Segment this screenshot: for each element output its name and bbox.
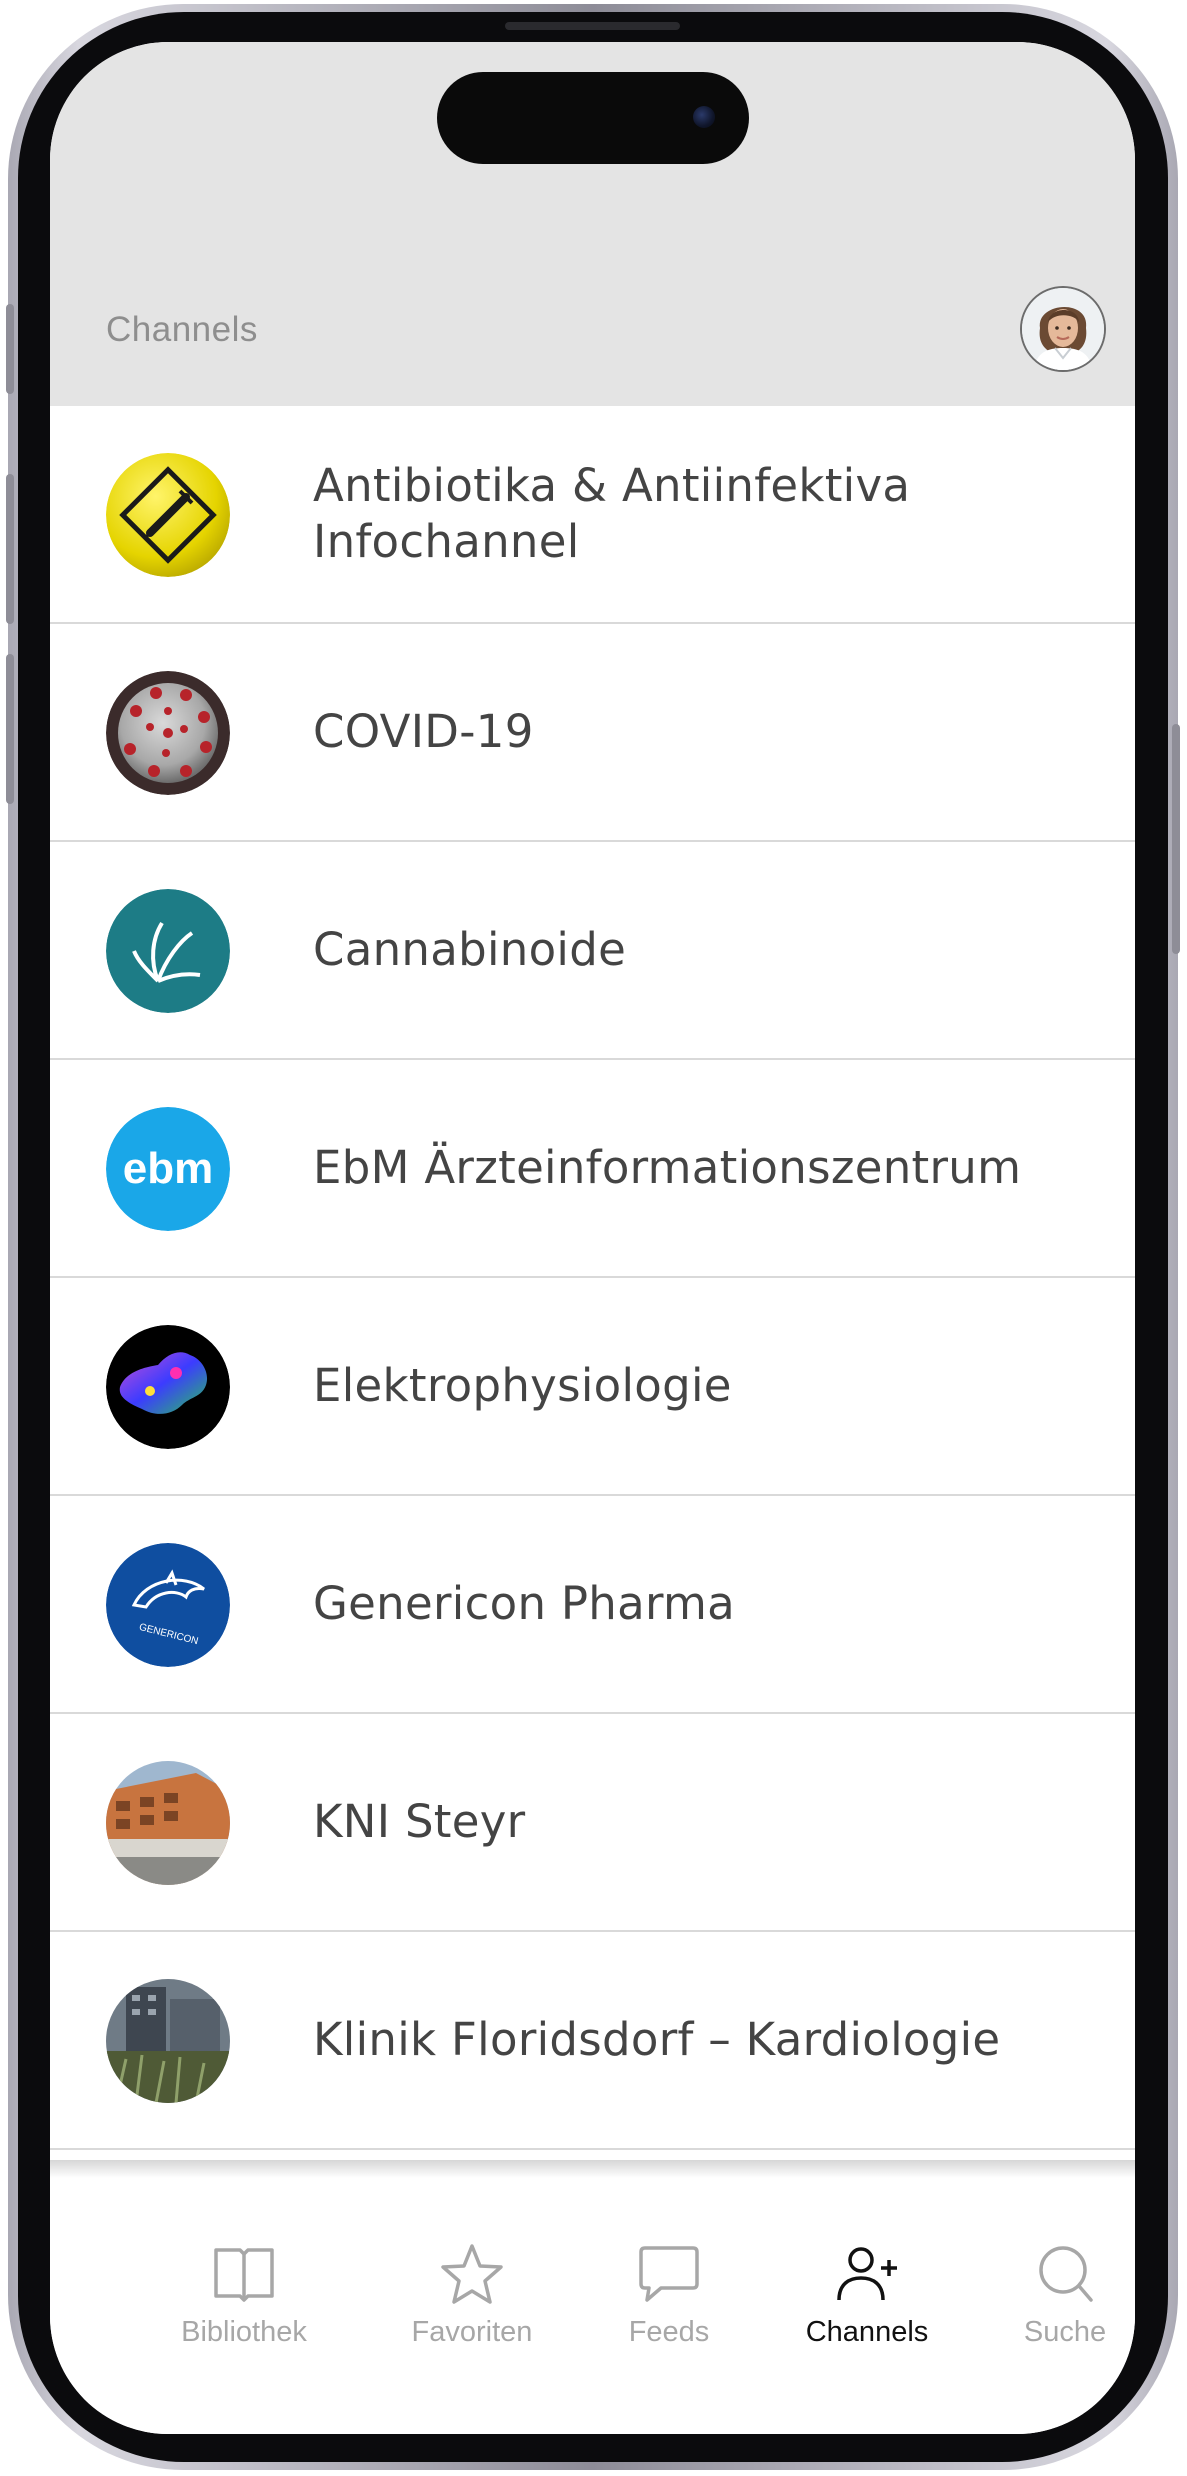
tab-label: Feeds — [628, 2316, 710, 2348]
avatar-photo — [1022, 288, 1104, 370]
ebm-logo-text: ebm — [123, 1144, 213, 1193]
channel-name: Genericon Pharma — [313, 1577, 736, 1630]
tab-channels[interactable]: Channels — [767, 2178, 967, 2358]
action-button — [6, 304, 14, 394]
channel-name: Elektrophysiologie — [313, 1359, 732, 1412]
tab-label: Favoriten — [411, 2316, 533, 2348]
channel-row-elektrophysiologie[interactable]: Elektrophysiologie — [50, 1278, 1135, 1496]
speaker-grille — [505, 22, 680, 30]
channel-row-klinik-floridsdorf[interactable]: Klinik Floridsdorf – Kardiologie — [50, 1932, 1135, 2150]
volume-up-button — [6, 474, 14, 624]
channel-name: KNI Steyr — [313, 1795, 526, 1848]
camera-icon — [693, 106, 715, 128]
app-screen: Channels Antibiotika & Antiinfektiva Inf… — [50, 42, 1135, 2434]
tab-bar-divider — [50, 2160, 1135, 2178]
book-icon — [214, 2248, 274, 2302]
tab-favoriten[interactable]: Favoriten — [372, 2178, 572, 2358]
cannabis-leaf-icon — [106, 889, 230, 1013]
tab-bar: Bibliothek Favoriten Feeds Channels Such… — [50, 2178, 1135, 2434]
power-button — [1172, 724, 1180, 954]
channel-name: COVID-19 — [313, 705, 534, 758]
channel-row-ebm[interactable]: ebm EbM Ärzteinformationszentrum — [50, 1060, 1135, 1278]
tab-feeds[interactable]: Feeds — [569, 2178, 769, 2358]
search-icon — [1039, 2246, 1093, 2302]
star-icon — [441, 2244, 503, 2304]
page-title: Channels — [106, 310, 258, 349]
tab-label: Channels — [805, 2316, 929, 2348]
syringe-sign-icon — [106, 453, 230, 577]
channel-list: Antibiotika & Antiinfektiva Infochannel … — [50, 406, 1135, 2150]
heart-map-icon — [106, 1325, 230, 1449]
channel-name: Antibiotika & Antiinfektiva Infochannel — [313, 459, 911, 568]
tab-label: Suche — [1023, 2316, 1107, 2348]
channel-row-cannabinoide[interactable]: Cannabinoide — [50, 842, 1135, 1060]
header: Channels — [50, 42, 1135, 406]
ebm-logo: ebm — [106, 1107, 230, 1231]
tab-label: Bibliothek — [181, 2316, 307, 2348]
dynamic-island — [437, 72, 749, 164]
building-photo — [106, 1761, 230, 1885]
channel-name: Klinik Floridsdorf – Kardiologie — [313, 2013, 1001, 2066]
avatar[interactable] — [1020, 286, 1106, 372]
channel-row-covid[interactable]: COVID-19 — [50, 624, 1135, 842]
tab-suche[interactable]: Suche — [965, 2178, 1135, 2358]
clinic-photo — [106, 1979, 230, 2103]
person-add-icon — [837, 2247, 897, 2301]
dolphin-icon: GENERICON — [106, 1543, 230, 1667]
channel-row-antibiotika[interactable]: Antibiotika & Antiinfektiva Infochannel — [50, 406, 1135, 624]
volume-down-button — [6, 654, 14, 804]
channel-row-genericon[interactable]: GENERICON Genericon Pharma — [50, 1496, 1135, 1714]
channel-name: EbM Ärzteinformationszentrum — [313, 1141, 1022, 1194]
channel-name: Cannabinoide — [313, 923, 627, 976]
channel-row-kni-steyr[interactable]: KNI Steyr — [50, 1714, 1135, 1932]
virus-icon — [106, 671, 230, 795]
tab-bibliothek[interactable]: Bibliothek — [144, 2178, 344, 2358]
chat-bubble-icon — [639, 2246, 699, 2302]
